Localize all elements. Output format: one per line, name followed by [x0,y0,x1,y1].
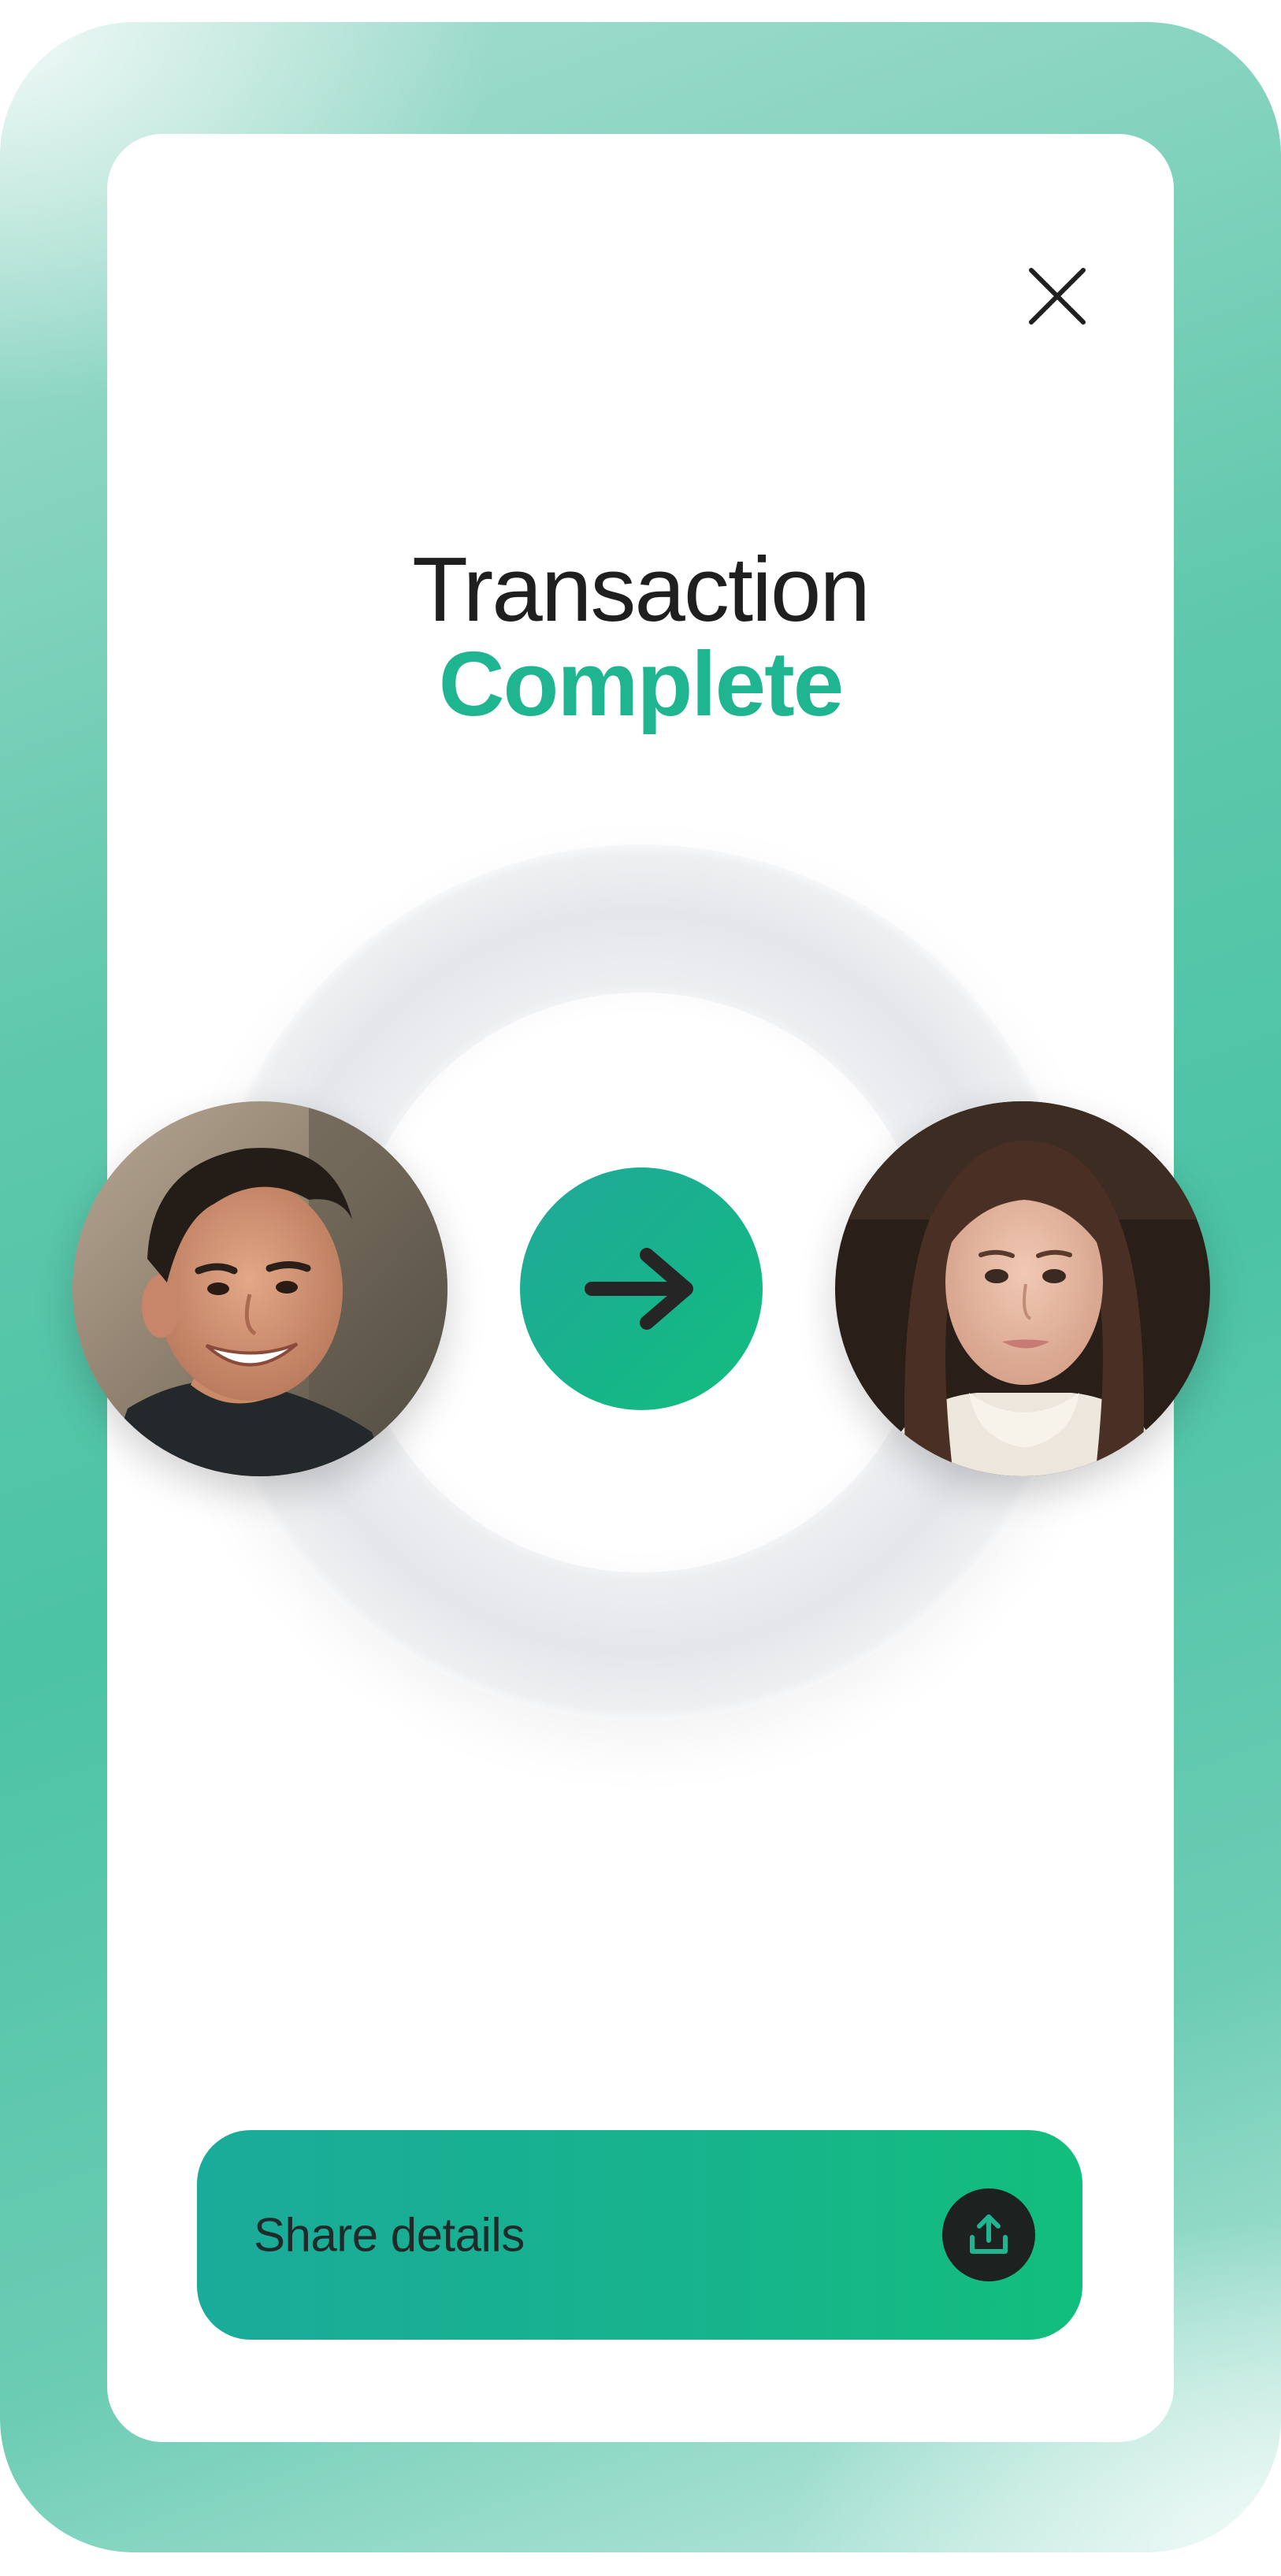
sender-portrait [72,1101,447,1476]
upload-share-icon [942,2188,1035,2281]
share-details-button[interactable]: Share details [197,2130,1082,2340]
recipient-avatar [835,1101,1210,1476]
close-icon [1029,268,1086,325]
share-details-label: Share details [254,2208,525,2262]
transfer-arrow-badge [520,1167,763,1410]
title-line-complete: Complete [438,633,845,735]
arrow-right-icon [585,1248,693,1330]
title-line-transaction: Transaction [412,538,871,640]
page-title: Transaction Complete [0,544,1281,729]
recipient-portrait [835,1101,1210,1476]
sender-avatar [72,1101,447,1476]
close-button[interactable] [1018,257,1097,336]
